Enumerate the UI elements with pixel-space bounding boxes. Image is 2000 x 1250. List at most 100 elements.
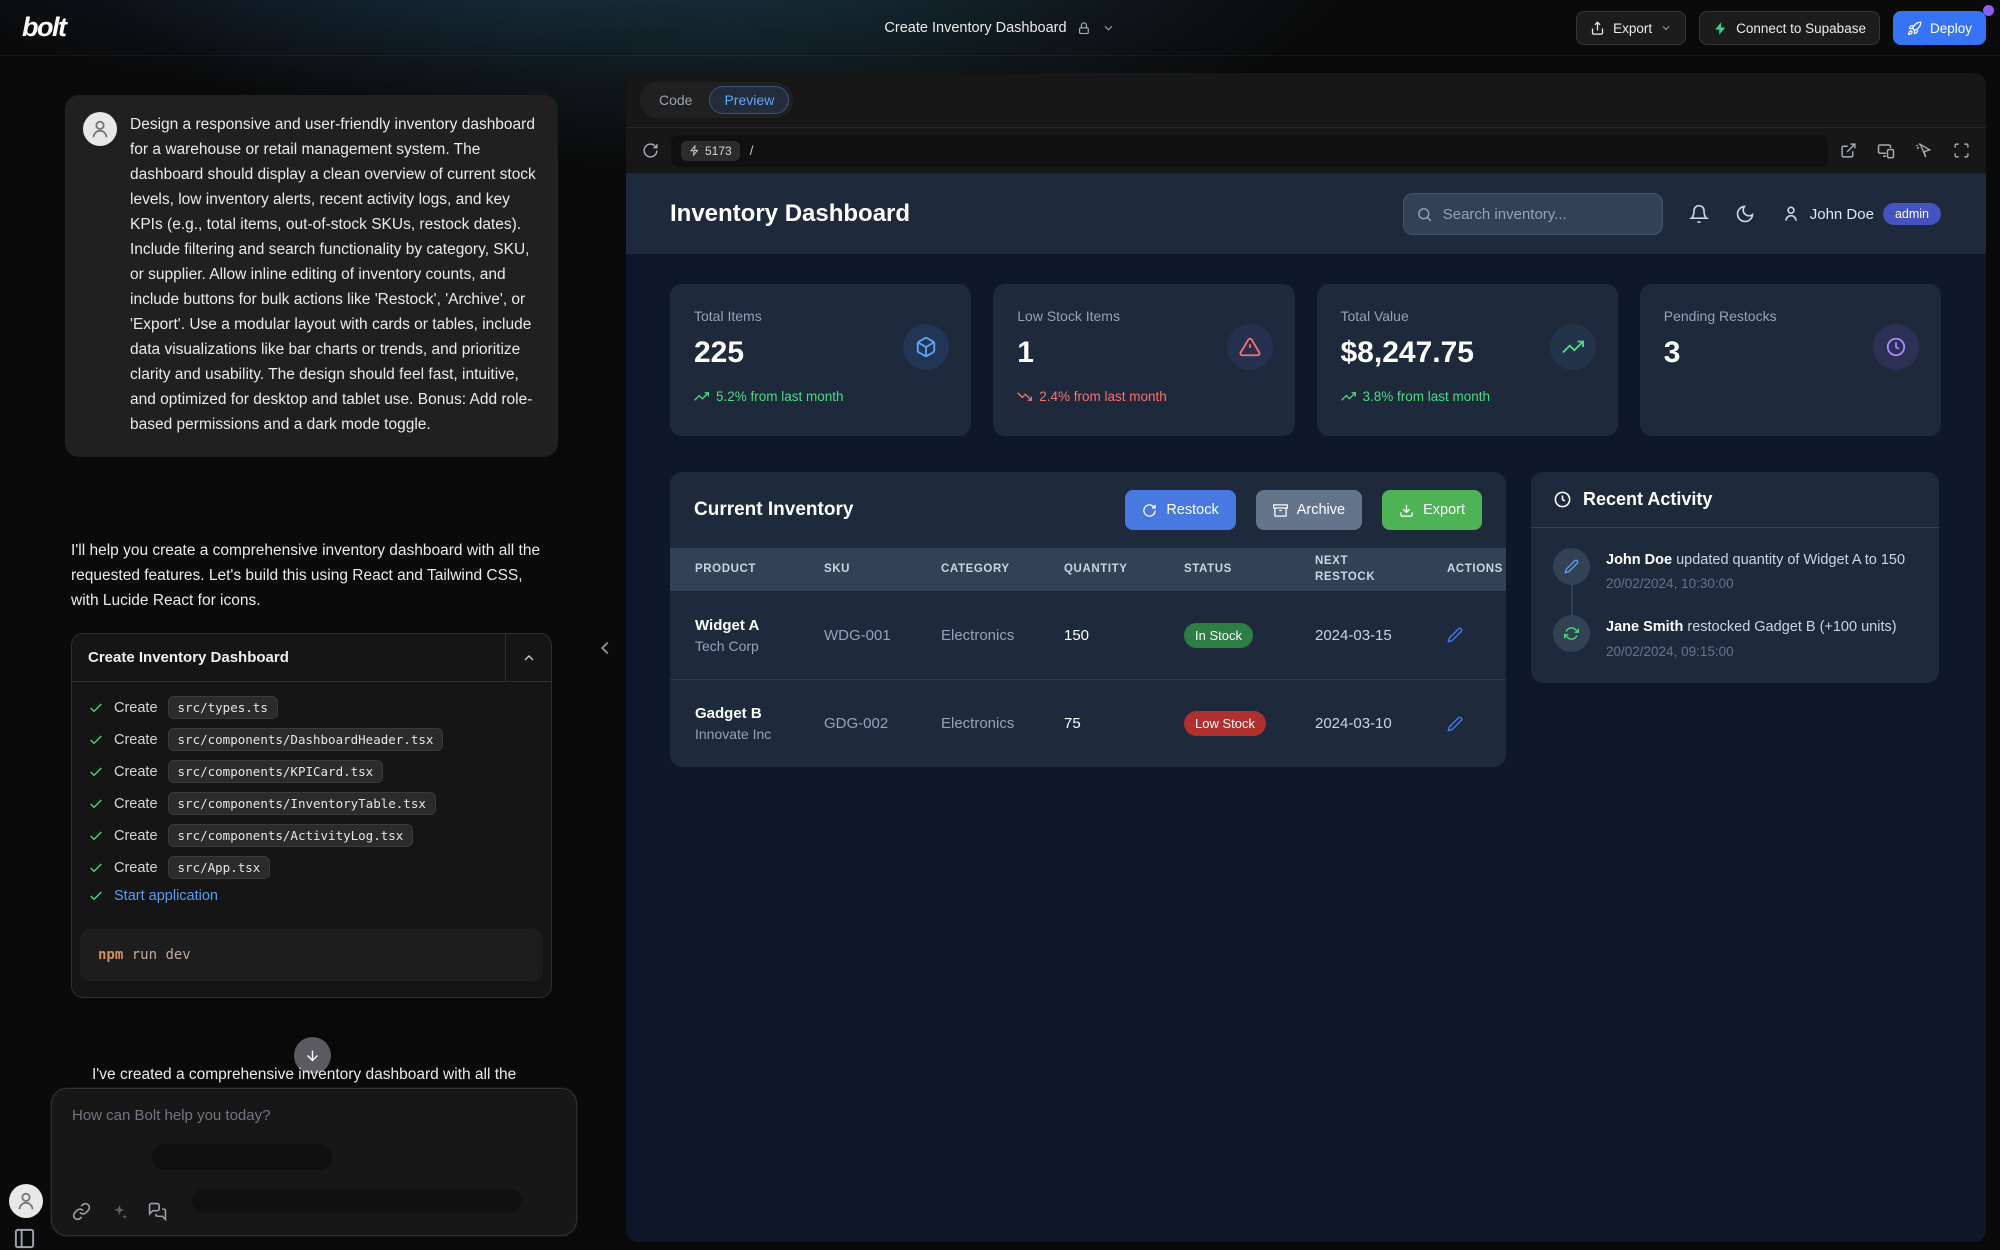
top-bar: bolt Create Inventory Dashboard Export C… [0,0,2000,56]
task-file-chip[interactable]: src/components/InventoryTable.tsx [168,792,436,815]
sku-value: WDG-001 [824,627,941,644]
redacted-content [192,1189,522,1213]
task-file-chip[interactable]: src/components/ActivityLog.tsx [168,824,414,847]
responsive-devices-icon[interactable] [1877,142,1895,160]
account-avatar[interactable] [9,1184,43,1218]
bolt-logo: bolt [22,12,65,43]
role-badge: admin [1883,203,1941,225]
port-lightning-icon [689,145,700,156]
chat-input-box[interactable]: How can Bolt help you today? [51,1088,577,1236]
col-product: PRODUCT [695,556,824,584]
kpi-label: Total Value [1341,308,1594,324]
open-external-icon[interactable] [1840,142,1857,160]
app-header: Inventory Dashboard John Doe admin [626,174,1986,254]
package-icon [903,324,949,370]
clock-icon [1873,324,1919,370]
kpi-label: Low Stock Items [1017,308,1270,324]
kpi-delta: 5.2% from last month [694,389,947,404]
restock-button[interactable]: Restock [1125,490,1235,530]
export-button[interactable]: Export [1576,11,1686,45]
activity-item: John Doe updated quantity of Widget A to… [1553,548,1917,591]
project-title-group[interactable]: Create Inventory Dashboard [884,0,1115,56]
chat-input-placeholder: How can Bolt help you today? [72,1107,558,1124]
status-badge: Low Stock [1184,711,1266,736]
project-title: Create Inventory Dashboard [884,20,1066,36]
user-chip[interactable]: John Doe admin [1781,203,1941,225]
tab-code[interactable]: Code [644,86,707,114]
share-icon [1590,21,1605,36]
inventory-title: Current Inventory [694,499,853,521]
edit-pencil-icon[interactable] [1447,627,1506,643]
sidebar-toggle-icon[interactable] [13,1227,36,1250]
port-number: 5173 [705,144,732,158]
alert-triangle-icon [1227,324,1273,370]
task-card-header: Create Inventory Dashboard [72,634,551,682]
activity-timestamp: 20/02/2024, 10:30:00 [1606,576,1905,591]
editor-tabstrip: Code Preview [626,73,1986,128]
bell-icon[interactable] [1689,204,1709,224]
status-badge: In Stock [1184,623,1253,648]
collapse-task-card-button[interactable] [505,634,551,681]
activity-user: Jane Smith [1606,619,1683,635]
deploy-button[interactable]: Deploy [1893,11,1986,45]
col-category: CATEGORY [941,556,1064,584]
col-actions: ACTIONS [1447,556,1506,584]
redacted-content [152,1144,332,1170]
check-icon [88,732,104,748]
col-sku: SKU [824,556,941,584]
table-row[interactable]: Widget A Tech Corp WDG-001 Electronics 1… [670,591,1506,679]
trend-up-icon [694,389,709,404]
supabase-icon [1713,21,1728,36]
task-item: Create src/App.tsx [88,856,535,879]
quantity-value[interactable]: 75 [1064,715,1184,732]
start-application-item: Start application [88,888,535,904]
task-item: Create src/components/ActivityLog.tsx [88,824,535,847]
sparkles-icon[interactable] [110,1202,129,1221]
task-item: Create src/types.ts [88,696,535,719]
task-file-chip[interactable]: src/components/DashboardHeader.tsx [168,728,444,751]
kpi-label: Pending Restocks [1664,308,1917,324]
trend-down-icon [1017,389,1032,404]
bulk-actions: Restock Archive Export [1125,490,1482,530]
task-action: Create [114,732,158,748]
inventory-search[interactable] [1403,193,1663,235]
current-inventory-card: Current Inventory Restock Archive [670,472,1506,767]
connect-supabase-button[interactable]: Connect to Supabase [1699,11,1880,45]
kpi-row: Total Items 225 5.2% from last month Low… [670,284,1941,436]
kpi-card-low-stock: Low Stock Items 1 2.4% from last month [993,284,1294,436]
search-icon [1416,206,1433,223]
port-pill[interactable]: 5173 [681,141,740,161]
kpi-card-total-value: Total Value $8,247.75 3.8% from last mon… [1317,284,1618,436]
kpi-card-pending-restocks: Pending Restocks 3 [1640,284,1941,436]
search-input[interactable] [1443,206,1650,223]
table-row[interactable]: Gadget B Innovate Inc GDG-002 Electronic… [670,679,1506,767]
task-file-chip[interactable]: src/types.ts [168,696,278,719]
link-icon[interactable] [72,1202,91,1221]
task-item: Create src/components/KPICard.tsx [88,760,535,783]
tab-preview[interactable]: Preview [709,86,789,114]
kpi-label: Total Items [694,308,947,324]
archive-button[interactable]: Archive [1256,490,1362,530]
reload-icon[interactable] [642,142,659,159]
task-item: Create src/components/DashboardHeader.ts… [88,728,535,751]
chat-icon[interactable] [148,1202,167,1221]
start-application-link[interactable]: Start application [114,888,218,904]
refresh-icon [1142,503,1157,518]
edit-pencil-icon[interactable] [1447,716,1506,732]
task-file-chip[interactable]: src/App.tsx [168,856,271,879]
quantity-value[interactable]: 150 [1064,627,1184,644]
fullscreen-icon[interactable] [1953,142,1970,160]
inspect-cursor-icon[interactable] [1915,142,1933,160]
clock-icon [1553,490,1572,509]
task-file-chip[interactable]: src/components/KPICard.tsx [168,760,384,783]
activity-item: Jane Smith restocked Gadget B (+100 unit… [1553,615,1917,658]
collapse-panel-chevron[interactable] [594,637,616,659]
url-field[interactable]: 5173 / [671,135,1828,167]
export-label: Export [1423,502,1465,518]
check-icon [88,828,104,844]
chevron-down-icon[interactable] [1102,21,1116,35]
export-csv-button[interactable]: Export [1382,490,1482,530]
dark-mode-toggle-moon-icon[interactable] [1735,204,1755,224]
task-action: Create [114,700,158,716]
task-action: Create [114,796,158,812]
